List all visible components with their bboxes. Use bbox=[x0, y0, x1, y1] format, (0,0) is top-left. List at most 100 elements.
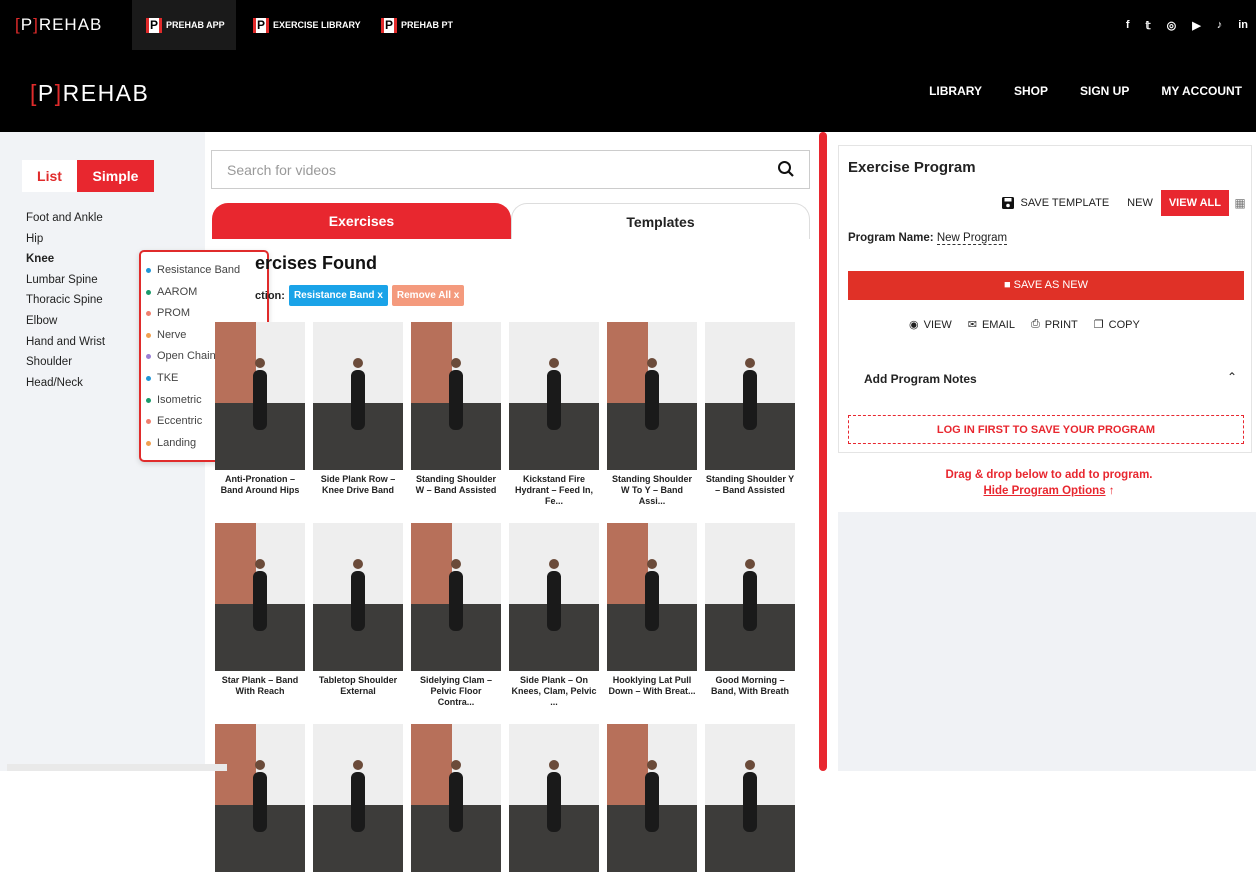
exercise-thumbnail[interactable] bbox=[411, 322, 501, 470]
search-box[interactable]: Search for videos bbox=[211, 150, 810, 189]
exercise-title[interactable]: Star Plank – Band With Reach bbox=[215, 671, 305, 723]
exercise-thumbnail[interactable] bbox=[215, 322, 305, 470]
bullet-icon bbox=[146, 354, 151, 360]
category-item[interactable]: Lumbar Spine bbox=[26, 270, 105, 291]
save-template-button[interactable]: SAVE TEMPLATE bbox=[991, 196, 1120, 210]
exercise-library-link[interactable]: P EXERCISE LIBRARY bbox=[253, 0, 361, 50]
linkedin-icon[interactable]: in bbox=[1238, 19, 1248, 31]
category-item[interactable]: Thoracic Spine bbox=[26, 290, 105, 311]
category-item[interactable]: Shoulder bbox=[26, 352, 105, 373]
exercise-thumbnail[interactable] bbox=[215, 523, 305, 671]
nav-my-account[interactable]: MY ACCOUNT bbox=[1161, 84, 1242, 98]
exercise-thumbnail[interactable] bbox=[705, 523, 795, 671]
subcategory-item[interactable]: Resistance Band bbox=[141, 260, 267, 282]
copy-program-button[interactable]: ❐ COPY bbox=[1094, 318, 1140, 332]
exercise-title[interactable]: Side Plank Row – Knee Drive Band bbox=[313, 470, 403, 522]
category-item[interactable]: Hand and Wrist bbox=[26, 332, 105, 353]
exercise-title[interactable]: Standing Shoulder Y – Band Assisted bbox=[705, 470, 795, 522]
exercise-thumbnail[interactable] bbox=[705, 724, 795, 872]
print-program-button[interactable]: ⎙ PRINT bbox=[1031, 318, 1078, 331]
search-icon[interactable] bbox=[777, 160, 795, 178]
exercise-card[interactable]: Sidelying Clam – Pelvic Floor Contra... bbox=[411, 523, 501, 723]
nav-sign-up[interactable]: SIGN UP bbox=[1080, 84, 1129, 98]
category-item[interactable]: Elbow bbox=[26, 311, 105, 332]
login-warning[interactable]: LOG IN FIRST TO SAVE YOUR PROGRAM bbox=[848, 415, 1244, 444]
exercise-card[interactable]: Good Morning – Band, With Breath bbox=[705, 523, 795, 723]
program-name-value[interactable]: New Program bbox=[936, 232, 1008, 245]
category-item[interactable]: Head/Neck bbox=[26, 373, 105, 394]
exercise-card[interactable] bbox=[313, 724, 403, 872]
filter-chip-resistance-band[interactable]: Resistance Band x bbox=[288, 285, 388, 306]
chevron-up-icon[interactable]: ⌃ bbox=[1227, 370, 1237, 384]
exercise-title[interactable]: Anti-Pronation – Band Around Hips bbox=[215, 470, 305, 522]
add-program-notes[interactable]: Add Program Notes bbox=[864, 372, 977, 386]
twitter-icon[interactable]: 𝕥 bbox=[1146, 19, 1151, 32]
exercise-title[interactable]: Hooklying Lat Pull Down – With Breat... bbox=[607, 671, 697, 723]
tiktok-icon[interactable]: ♪ bbox=[1217, 19, 1223, 31]
grid-view-icon[interactable]: ▦ bbox=[1229, 196, 1251, 210]
new-program-button[interactable]: NEW bbox=[1119, 197, 1161, 209]
subcategory-item[interactable]: AAROM bbox=[141, 282, 267, 304]
site-logo[interactable]: [P]REHAB bbox=[30, 80, 149, 107]
exercise-card[interactable]: Anti-Pronation – Band Around Hips bbox=[215, 322, 305, 522]
category-item[interactable]: Hip bbox=[26, 229, 105, 250]
hide-program-options-link[interactable]: Hide Program Options bbox=[984, 485, 1106, 497]
prehab-pt-link[interactable]: P PREHAB PT bbox=[381, 0, 453, 50]
exercise-card[interactable] bbox=[411, 724, 501, 872]
exercise-card[interactable] bbox=[509, 724, 599, 872]
instagram-icon[interactable]: ◎ bbox=[1167, 19, 1177, 32]
tab-exercises[interactable]: Exercises bbox=[212, 203, 511, 239]
program-drop-zone[interactable] bbox=[838, 512, 1256, 771]
prehab-brand-link[interactable]: [P]REHAB bbox=[15, 0, 102, 50]
email-program-button[interactable]: ✉ EMAIL bbox=[968, 318, 1015, 332]
category-item[interactable]: Foot and Ankle bbox=[26, 208, 105, 229]
exercise-thumbnail[interactable] bbox=[607, 724, 697, 872]
exercise-card[interactable]: Standing Shoulder W To Y – Band Assi... bbox=[607, 322, 697, 522]
exercise-card[interactable]: Side Plank Row – Knee Drive Band bbox=[313, 322, 403, 522]
exercise-card[interactable]: Tabletop Shoulder External bbox=[313, 523, 403, 723]
exercise-thumbnail[interactable] bbox=[215, 724, 305, 872]
view-program-button[interactable]: ◉ VIEW bbox=[909, 318, 952, 332]
exercise-thumbnail[interactable] bbox=[509, 322, 599, 470]
simple-toggle-button[interactable]: Simple bbox=[77, 160, 154, 192]
exercise-title[interactable]: Sidelying Clam – Pelvic Floor Contra... bbox=[411, 671, 501, 723]
youtube-icon[interactable]: ▶ bbox=[1192, 19, 1200, 32]
exercise-title[interactable]: Side Plank – On Knees, Clam, Pelvic ... bbox=[509, 671, 599, 723]
exercise-thumbnail[interactable] bbox=[313, 724, 403, 872]
exercise-thumbnail[interactable] bbox=[607, 523, 697, 671]
list-toggle-button[interactable]: List bbox=[22, 160, 77, 192]
exercise-card[interactable] bbox=[215, 724, 305, 872]
exercise-title[interactable]: Kickstand Fire Hydrant – Feed In, Fe... bbox=[509, 470, 599, 522]
exercise-thumbnail[interactable] bbox=[607, 322, 697, 470]
exercise-card[interactable]: Star Plank – Band With Reach bbox=[215, 523, 305, 723]
exercise-title[interactable]: Standing Shoulder W To Y – Band Assi... bbox=[607, 470, 697, 522]
prehab-app-link[interactable]: P PREHAB APP bbox=[132, 0, 236, 50]
facebook-icon[interactable]: f bbox=[1126, 19, 1130, 31]
exercise-card[interactable]: Side Plank – On Knees, Clam, Pelvic ... bbox=[509, 523, 599, 723]
search-input[interactable]: Search for videos bbox=[227, 162, 336, 178]
exercise-title[interactable]: Tabletop Shoulder External bbox=[313, 671, 403, 723]
exercise-card[interactable]: Kickstand Fire Hydrant – Feed In, Fe... bbox=[509, 322, 599, 522]
view-all-button[interactable]: VIEW ALL bbox=[1160, 190, 1229, 216]
panel-divider[interactable] bbox=[817, 132, 829, 771]
exercise-title[interactable]: Good Morning – Band, With Breath bbox=[705, 671, 795, 723]
save-as-new-button[interactable]: ■ SAVE AS NEW bbox=[848, 271, 1244, 300]
nav-library[interactable]: LIBRARY bbox=[929, 84, 982, 98]
exercise-thumbnail[interactable] bbox=[411, 523, 501, 671]
remove-all-filters-chip[interactable]: Remove All x bbox=[391, 285, 465, 306]
tab-templates[interactable]: Templates bbox=[511, 203, 810, 239]
exercise-card[interactable] bbox=[607, 724, 697, 872]
exercise-card[interactable]: Standing Shoulder W – Band Assisted bbox=[411, 322, 501, 522]
exercise-thumbnail[interactable] bbox=[411, 724, 501, 872]
exercise-title[interactable]: Standing Shoulder W – Band Assisted bbox=[411, 470, 501, 522]
exercise-card[interactable]: Standing Shoulder Y – Band Assisted bbox=[705, 322, 795, 522]
nav-shop[interactable]: SHOP bbox=[1014, 84, 1048, 98]
exercise-thumbnail[interactable] bbox=[313, 322, 403, 470]
category-item[interactable]: Knee bbox=[26, 249, 105, 270]
exercise-thumbnail[interactable] bbox=[509, 724, 599, 872]
exercise-card[interactable] bbox=[705, 724, 795, 872]
exercise-thumbnail[interactable] bbox=[313, 523, 403, 671]
exercise-thumbnail[interactable] bbox=[705, 322, 795, 470]
exercise-card[interactable]: Hooklying Lat Pull Down – With Breat... bbox=[607, 523, 697, 723]
exercise-thumbnail[interactable] bbox=[509, 523, 599, 671]
